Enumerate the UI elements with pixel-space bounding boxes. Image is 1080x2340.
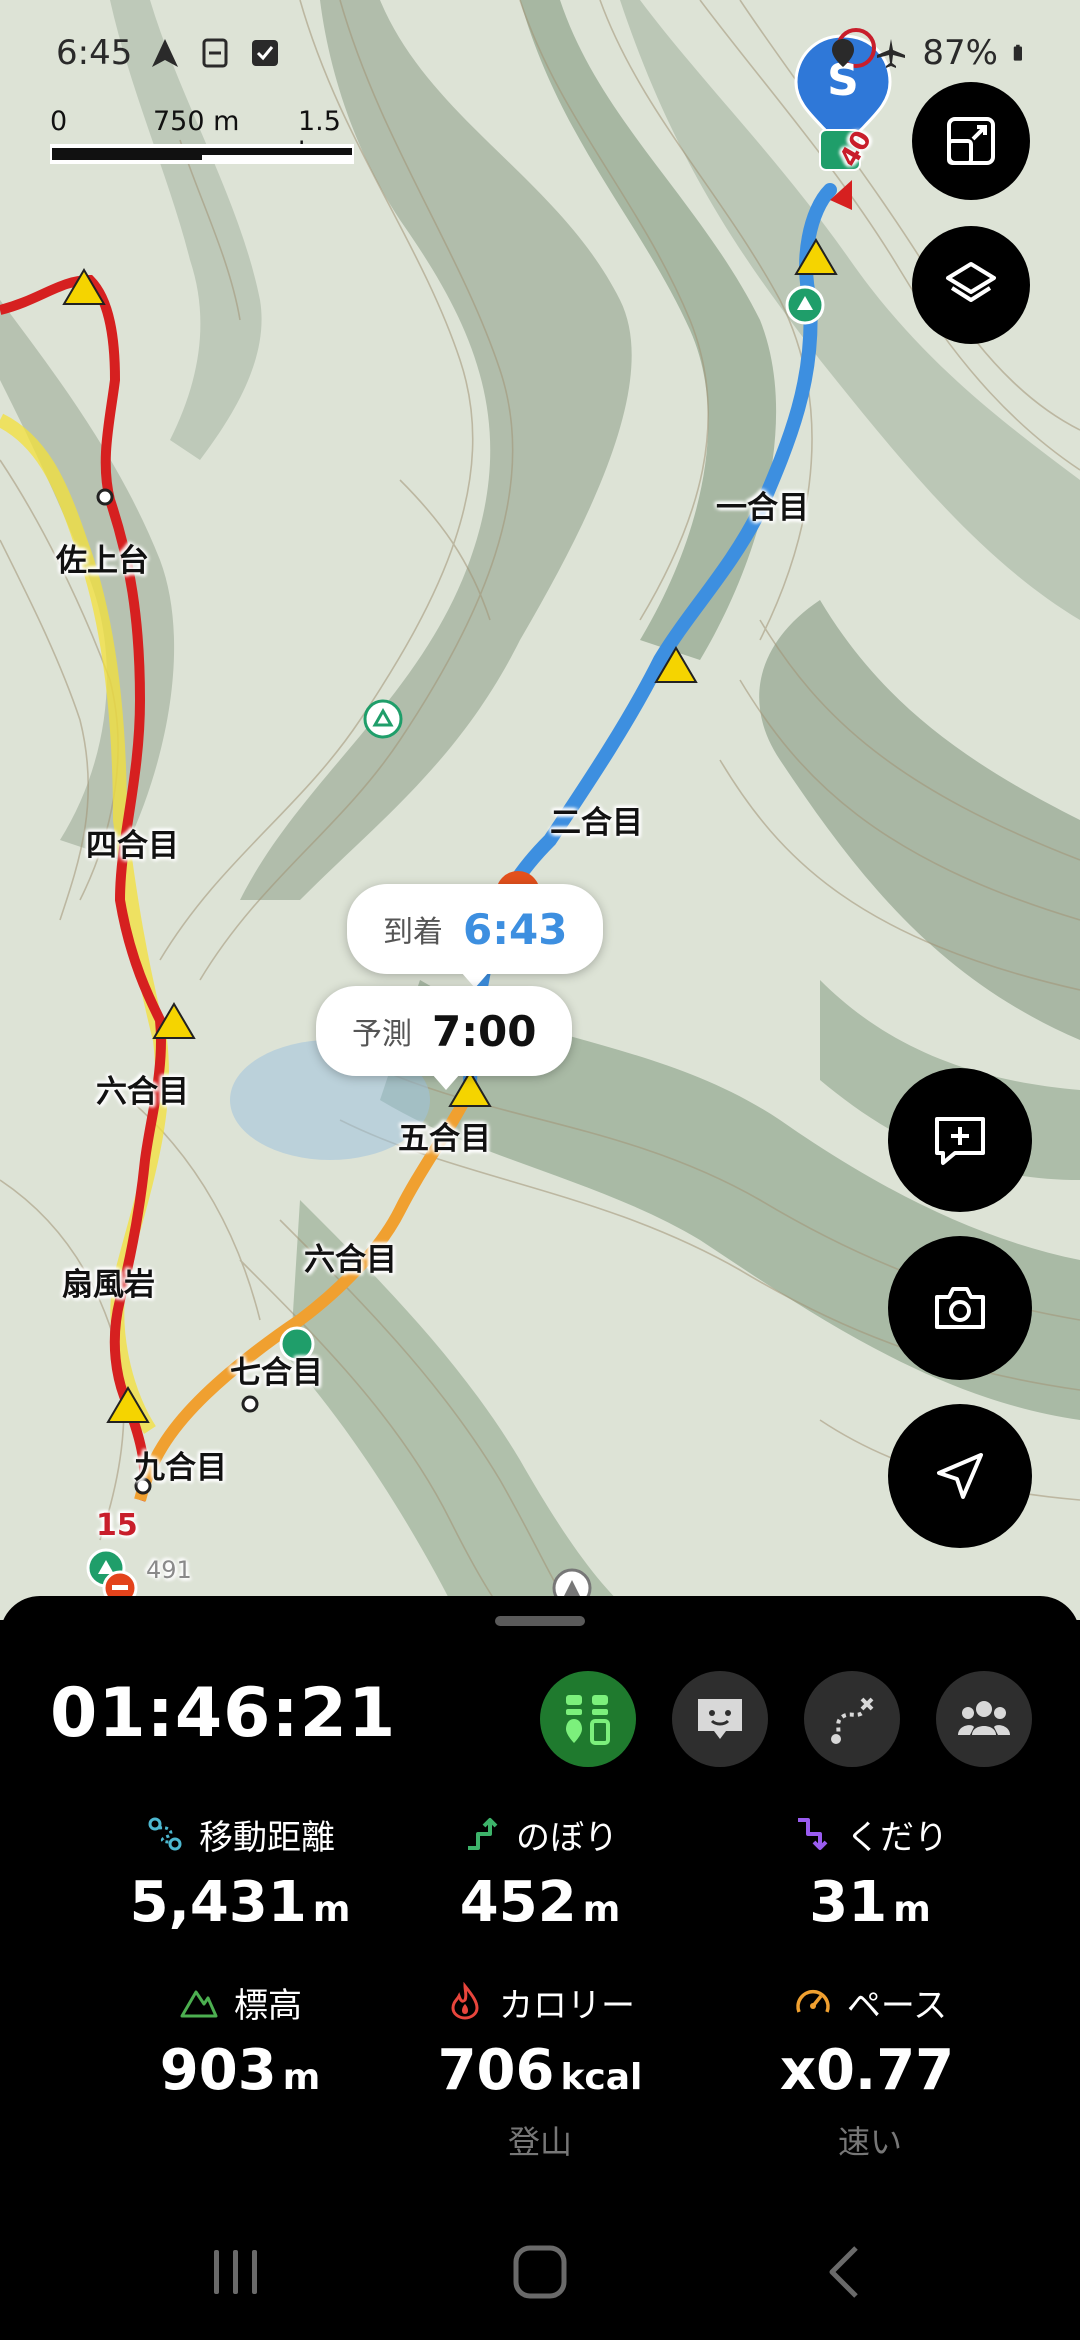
place-label: 二合目	[550, 805, 643, 841]
stat-label: ペース	[846, 1985, 948, 2026]
group-button[interactable]	[936, 1671, 1032, 1767]
place-label: 六合目	[96, 1074, 189, 1110]
contour-elevation-label: 491	[146, 1556, 192, 1584]
pace-rating: 速い	[837, 2123, 902, 2161]
forecast-label: 予測	[352, 1017, 412, 1052]
stat-unit: m	[312, 1889, 351, 1930]
navigation-icon	[937, 1453, 983, 1499]
stat-unit: m	[582, 1889, 621, 1930]
forecast-bubble[interactable]: 予測 7:00	[316, 986, 573, 1090]
ascent-icon	[468, 1818, 498, 1850]
back-icon[interactable]	[820, 2242, 870, 2302]
stat-pace: ペース x0.77 速い	[700, 1978, 1040, 2163]
place-label: 四合目	[86, 828, 179, 864]
sheet-drag-handle[interactable]	[495, 1616, 585, 1626]
mountain-icon	[180, 1990, 218, 2018]
stat-label: 移動距離	[199, 1817, 335, 1858]
hiking-mode-icon	[566, 1695, 610, 1745]
flame-icon	[451, 1982, 479, 2020]
hiking-mode-button[interactable]	[540, 1671, 636, 1767]
location-pin-icon	[832, 39, 855, 67]
place-label: 六合目	[304, 1242, 397, 1278]
navigation-button[interactable]	[888, 1404, 1032, 1548]
map-scale-bar: 0 750 m 1.5 km	[48, 106, 358, 168]
descent-icon	[798, 1818, 828, 1850]
route-button[interactable]	[804, 1671, 900, 1767]
stat-unit: kcal	[560, 2057, 643, 2098]
expand-icon	[947, 117, 995, 165]
group-icon	[958, 1701, 1010, 1735]
place-label: 一合目	[716, 490, 809, 526]
stat-distance: 移動距離 5,431 m	[70, 1810, 410, 1935]
camera-icon	[935, 1287, 985, 1329]
camera-button[interactable]	[888, 1236, 1032, 1380]
battery-icon	[1013, 44, 1022, 61]
place-label: 佐上台	[56, 543, 149, 579]
battery-level: 87%	[922, 33, 998, 73]
scale-zero: 0	[50, 106, 68, 137]
airplane-mode-icon	[877, 39, 906, 68]
stat-value: 903	[159, 2038, 277, 2103]
home-icon[interactable]	[510, 2242, 570, 2302]
checkbox-icon	[252, 40, 279, 66]
stat-ascent: のぼり 452 m	[370, 1810, 710, 1936]
stat-label: 標高	[234, 1985, 302, 2026]
stat-unit: m	[282, 2057, 321, 2098]
place-label: 五合目	[398, 1121, 491, 1157]
place-label: 九合目	[134, 1450, 227, 1486]
navigation-arrow-icon	[152, 39, 179, 67]
route-icon	[831, 1697, 874, 1744]
stat-label: くだり	[846, 1817, 948, 1858]
system-navigation-bar	[0, 2210, 1080, 2340]
distance-icon	[148, 1817, 182, 1851]
stat-value: 706	[437, 2038, 555, 2103]
layers-icon	[946, 262, 996, 302]
place-label: 扇風岩	[62, 1267, 155, 1303]
expand-button[interactable]	[912, 82, 1030, 200]
stat-descent: くだり 31 m	[700, 1810, 1040, 1935]
stat-calories: カロリー 706 kcal 登山	[370, 1978, 710, 2163]
chat-icon	[698, 1699, 742, 1739]
status-bar-right: 87%	[826, 28, 1032, 78]
sync-icon	[202, 38, 228, 68]
stat-unit: m	[893, 1889, 931, 1930]
status-bar-left: 6:45	[56, 28, 282, 78]
arrival-label: 到着	[383, 915, 443, 950]
add-memo-button[interactable]	[888, 1068, 1032, 1212]
stat-altitude: 標高 903 m	[70, 1978, 410, 2104]
clock: 6:45	[56, 33, 133, 73]
forecast-time: 7:00	[432, 1006, 537, 1056]
stat-value: 31	[809, 1870, 888, 1935]
route-marker-number: 15	[96, 1508, 138, 1543]
speedometer-icon	[796, 1989, 830, 2013]
calories-activity-type: 登山	[507, 2123, 572, 2161]
elapsed-time: 01:46:21	[50, 1674, 397, 1753]
chat-button[interactable]	[672, 1671, 768, 1767]
stat-value: 452	[459, 1870, 577, 1935]
layers-button[interactable]	[912, 226, 1030, 344]
stat-value: x0.77	[779, 2038, 955, 2103]
map-view[interactable]: S 6:45 87% 0 750 m 1.5 km 佐上台 四合目 六合目 扇風…	[0, 0, 1080, 1620]
stat-label: カロリー	[499, 1985, 635, 2026]
stat-value: 5,431	[129, 1870, 307, 1935]
terrain-map: S	[0, 0, 1080, 1620]
scale-bar-graphic	[50, 144, 354, 164]
scale-mid: 750 m	[153, 106, 240, 137]
arrival-bubble[interactable]: 到着 6:43	[347, 884, 604, 988]
place-label: 七合目	[230, 1355, 323, 1391]
recent-apps-icon[interactable]	[208, 2242, 264, 2302]
activity-bottom-sheet[interactable]: 01:46:21 移動距離 5,431 m のぼり 452 m くだり 31 m…	[0, 1596, 1080, 2340]
arrival-time: 6:43	[463, 904, 568, 954]
add-memo-icon	[935, 1117, 985, 1165]
stat-label: のぼり	[516, 1817, 618, 1858]
